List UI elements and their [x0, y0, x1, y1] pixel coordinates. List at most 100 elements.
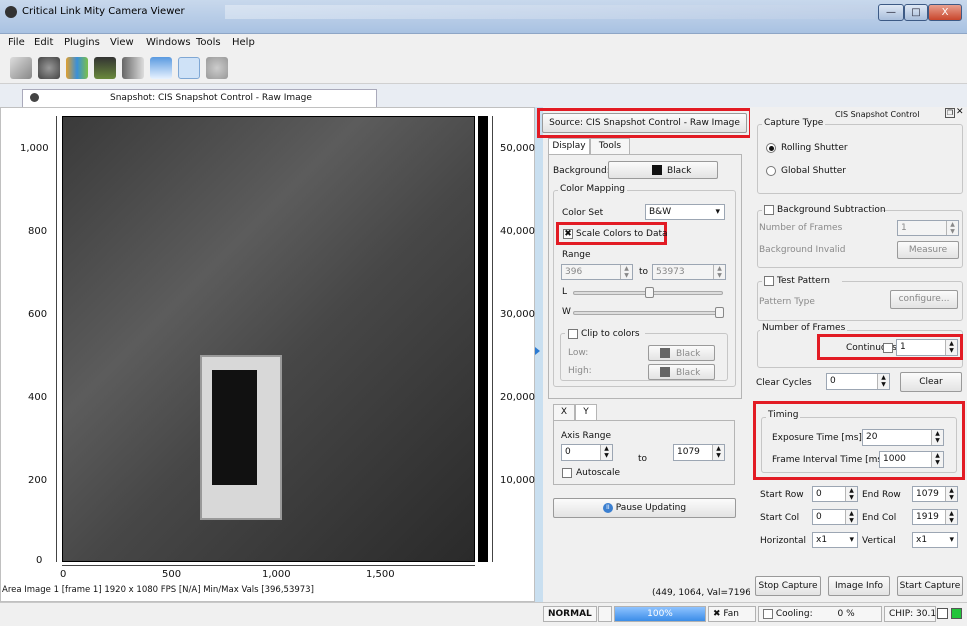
- spin-arrows-icon[interactable]: ▲ ▼: [713, 265, 725, 279]
- fan-indicator[interactable]: ✖ Fan: [708, 606, 756, 622]
- menu-file[interactable]: File: [8, 37, 25, 48]
- global-shutter-label: Global Shutter: [781, 166, 846, 176]
- window-slider[interactable]: [573, 311, 723, 315]
- bg-frames-input[interactable]: 1 ▲ ▼: [897, 220, 959, 236]
- display-icon[interactable]: [94, 57, 116, 79]
- start-row-value: 0: [816, 489, 822, 499]
- global-shutter-radio[interactable]: [766, 166, 776, 176]
- spin-arrows-icon[interactable]: ▲ ▼: [945, 510, 957, 524]
- scale-colors-checkbox[interactable]: ✖: [563, 229, 573, 239]
- exposure-input[interactable]: 20 ▲ ▼: [862, 429, 944, 446]
- close-panel-icon[interactable]: ✕: [956, 108, 966, 118]
- menu-edit[interactable]: Edit: [34, 37, 53, 48]
- level-label: L: [562, 287, 568, 297]
- start-row-label: Start Row: [760, 490, 804, 500]
- spin-arrows-icon[interactable]: ▲ ▼: [931, 452, 943, 467]
- tab-y-axis[interactable]: Y: [575, 404, 597, 420]
- start-capture-button[interactable]: Start Capture: [897, 576, 963, 596]
- continuous-checkbox[interactable]: [883, 343, 893, 353]
- fan-checkbox[interactable]: ✖: [713, 609, 721, 619]
- axis-min-input[interactable]: 0 ▲ ▼: [561, 444, 613, 461]
- menu-plugins[interactable]: Plugins: [64, 37, 100, 48]
- measure-button[interactable]: Measure: [897, 241, 959, 259]
- status-square-icon[interactable]: [937, 608, 948, 619]
- configure-button[interactable]: configure...: [890, 290, 958, 309]
- window-slider-thumb[interactable]: [715, 307, 724, 318]
- settings-icon[interactable]: [206, 57, 228, 79]
- end-col-input[interactable]: 1919 ▲ ▼: [912, 509, 958, 525]
- clear-button[interactable]: Clear: [900, 372, 962, 392]
- cooling-indicator[interactable]: Cooling: 0 %: [758, 606, 882, 622]
- colorbar: [478, 116, 488, 562]
- range-max-input[interactable]: 53973 ▲ ▼: [652, 264, 726, 280]
- pause-icon: II: [602, 502, 613, 513]
- spin-arrows-icon[interactable]: ▲ ▼: [845, 487, 857, 501]
- menu-view[interactable]: View: [110, 37, 134, 48]
- spin-arrows-icon[interactable]: ▲ ▼: [946, 221, 958, 235]
- interval-label: Frame Interval Time [ms]: [772, 455, 886, 465]
- spin-arrows-icon[interactable]: ▲ ▼: [845, 510, 857, 524]
- histogram-icon[interactable]: [66, 57, 88, 79]
- maximize-button[interactable]: □: [904, 4, 928, 21]
- minimize-button[interactable]: —: [878, 4, 904, 21]
- colorbar-tick-label: 50,000: [500, 143, 535, 154]
- horizontal-select[interactable]: x1 ▾: [812, 532, 858, 548]
- splitter-arrow-icon[interactable]: [535, 347, 540, 355]
- cooling-checkbox[interactable]: [763, 608, 773, 619]
- tab-x-axis[interactable]: X: [553, 404, 575, 420]
- level-slider-thumb[interactable]: [645, 287, 654, 298]
- vertical-label: Vertical: [862, 536, 896, 546]
- test-pattern-checkbox[interactable]: [764, 276, 774, 286]
- clip-colors-checkbox[interactable]: [568, 329, 578, 339]
- tab-tools[interactable]: Tools: [590, 138, 630, 154]
- camera-icon[interactable]: [10, 57, 32, 79]
- color-mapping-label: Color Mapping: [558, 184, 627, 194]
- color-set-select[interactable]: B&W ▾: [645, 204, 725, 220]
- window-title: Critical Link Mity Camera Viewer: [22, 6, 185, 17]
- layout-icon[interactable]: [122, 57, 144, 79]
- bg-subtraction-checkbox[interactable]: [764, 205, 774, 215]
- frames-input[interactable]: 1 ▲ ▼: [896, 339, 958, 356]
- gear-plugin-icon[interactable]: [38, 57, 60, 79]
- end-row-label: End Row: [862, 490, 901, 500]
- autoscale-label: Autoscale: [576, 468, 621, 478]
- spin-arrows-icon[interactable]: ▲ ▼: [600, 445, 612, 460]
- spin-arrows-icon[interactable]: ▲ ▼: [931, 430, 943, 445]
- spin-arrows-icon[interactable]: ▲ ▼: [877, 374, 889, 389]
- tab-display[interactable]: Display: [548, 138, 590, 154]
- undock-icon[interactable]: ❐: [945, 108, 955, 118]
- rolling-shutter-radio[interactable]: [766, 143, 776, 153]
- axis-range-label: Axis Range: [561, 431, 612, 441]
- menu-help[interactable]: Help: [232, 37, 255, 48]
- stop-capture-button[interactable]: Stop Capture: [755, 576, 821, 596]
- color-set-label: Color Set: [562, 208, 604, 218]
- snapshot-icon[interactable]: [178, 57, 200, 79]
- interval-input[interactable]: 1000 ▲ ▼: [879, 451, 944, 468]
- background-color-button[interactable]: [608, 161, 718, 179]
- spin-arrows-icon[interactable]: ▲ ▼: [620, 265, 632, 279]
- fan-label: Fan: [723, 609, 739, 619]
- y-tick-label: 200: [28, 475, 48, 486]
- spin-arrows-icon[interactable]: ▲ ▼: [945, 487, 957, 501]
- autoscale-checkbox[interactable]: [562, 468, 572, 478]
- start-row-input[interactable]: 0 ▲ ▼: [812, 486, 858, 502]
- axis-max-input[interactable]: 1079 ▲ ▼: [673, 444, 725, 461]
- spin-arrows-icon[interactable]: ▲ ▼: [945, 340, 957, 355]
- close-button[interactable]: X: [928, 4, 962, 21]
- capture-type-label: Capture Type: [762, 118, 826, 128]
- chip-temp-indicator: CHIP: 30.1 °: [884, 606, 943, 622]
- vertical-select[interactable]: x1 ▾: [912, 532, 958, 548]
- interval-value: 1000: [883, 454, 906, 464]
- spin-arrows-icon[interactable]: ▲ ▼: [712, 445, 724, 460]
- source-button[interactable]: Source: CIS Snapshot Control - Raw Image: [542, 113, 747, 133]
- image-info-button[interactable]: Image Info: [828, 576, 890, 596]
- pause-updating-button[interactable]: II Pause Updating: [553, 498, 736, 518]
- chart-icon[interactable]: [150, 57, 172, 79]
- end-row-input[interactable]: 1079 ▲ ▼: [912, 486, 958, 502]
- range-min-input[interactable]: 396 ▲ ▼: [561, 264, 633, 280]
- bg-invalid-label: Background Invalid: [759, 245, 846, 255]
- clear-cycles-input[interactable]: 0 ▲ ▼: [826, 373, 890, 390]
- start-col-input[interactable]: 0 ▲ ▼: [812, 509, 858, 525]
- menu-windows[interactable]: Windows: [146, 37, 191, 48]
- menu-tools[interactable]: Tools: [196, 37, 221, 48]
